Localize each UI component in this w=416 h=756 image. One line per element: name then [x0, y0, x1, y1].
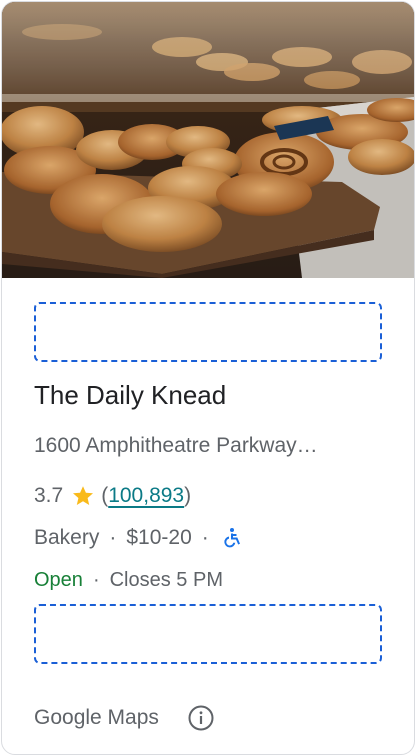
closing-time: Closes 5 PM	[109, 568, 223, 591]
rating-row: 3.7 ( 100,893 )	[34, 482, 191, 510]
separator: ·	[109, 526, 117, 549]
content-placeholder-top	[34, 302, 382, 362]
price-range: $10-20	[126, 526, 192, 549]
content-placeholder-bottom	[34, 604, 382, 664]
star-icon	[71, 484, 95, 508]
place-card: The Daily Knead 1600 Amphitheatre Parkwa…	[1, 1, 415, 755]
category-row: Bakery · $10-20 ·	[34, 524, 243, 552]
google-maps-attribution: Google Maps	[34, 706, 159, 729]
wheelchair-accessible-icon	[219, 526, 243, 550]
place-photo[interactable]	[2, 2, 414, 278]
info-icon[interactable]	[187, 704, 215, 732]
bakery-photo-illustration	[2, 2, 414, 278]
review-count-close-paren: )	[184, 484, 192, 507]
review-count-link[interactable]: 100,893	[108, 484, 184, 508]
hours-row: Open · Closes 5 PM	[34, 566, 223, 594]
place-name[interactable]: The Daily Knead	[34, 380, 226, 411]
place-category: Bakery	[34, 526, 100, 549]
separator: ·	[92, 568, 100, 591]
separator: ·	[201, 526, 209, 549]
review-count-open-paren: (	[101, 484, 109, 507]
open-status: Open	[34, 568, 83, 591]
rating-value: 3.7	[34, 484, 64, 507]
place-address: 1600 Amphitheatre Parkway…	[34, 434, 318, 457]
attribution-footer: Google Maps	[34, 704, 215, 732]
